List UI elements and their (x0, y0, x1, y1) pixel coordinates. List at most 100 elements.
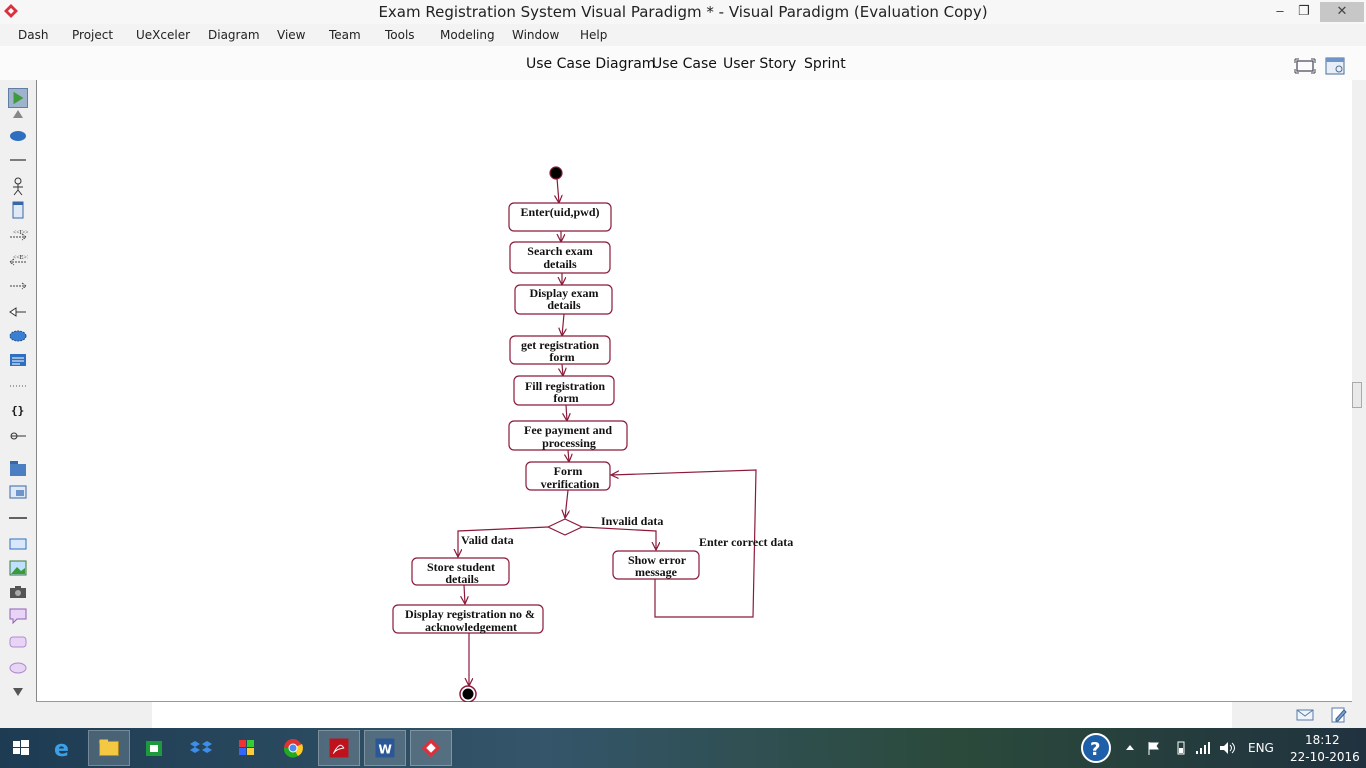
menu-diagram[interactable]: Diagram (208, 28, 260, 42)
language-indicator[interactable]: ENG (1248, 741, 1274, 755)
tab-use-case[interactable]: Use Case (652, 56, 717, 72)
menu-dash[interactable]: Dash (18, 28, 48, 42)
menu-help[interactable]: Help (580, 28, 607, 42)
action-enter[interactable]: Enter(uid,pwd) (508, 202, 612, 232)
tab-use-case-diagram[interactable]: Use Case Diagram (526, 56, 655, 72)
action-ack[interactable]: Display registration no & acknowledgemen… (392, 604, 544, 634)
window-title: Exam Registration System Visual Paradigm… (378, 3, 988, 21)
anchor-icon[interactable] (8, 376, 28, 396)
initial-node[interactable] (549, 166, 563, 180)
acrobat-icon[interactable] (318, 730, 360, 766)
action-fee-line1: Fee payment and (524, 423, 612, 437)
action-ack-line2: acknowledgement (425, 620, 517, 634)
menu-modeling[interactable]: Modeling (440, 28, 495, 42)
status-panel (152, 702, 1232, 728)
tab-sprint[interactable]: Sprint (804, 56, 846, 72)
constraint-icon[interactable]: {} (8, 400, 28, 420)
svg-text:W: W (378, 743, 392, 757)
menu-team[interactable]: Team (329, 28, 361, 42)
action-fee-line2: processing (542, 436, 596, 450)
action-get-form-line2: form (549, 350, 574, 364)
photos-icon[interactable] (226, 730, 268, 766)
word-icon[interactable]: W (364, 730, 406, 766)
generalization-icon[interactable] (8, 302, 28, 322)
action-fill-line2: form (553, 391, 578, 405)
diagram-navigator-icon[interactable] (1324, 56, 1346, 76)
show-hidden-icons-icon[interactable] (1124, 742, 1136, 754)
edit-document-icon[interactable] (1330, 706, 1348, 724)
scroll-down-icon[interactable] (8, 684, 28, 698)
package-icon[interactable] (8, 458, 28, 478)
association-icon[interactable] (8, 150, 28, 170)
close-button[interactable]: ✕ (1320, 2, 1364, 22)
rectangle-icon[interactable] (8, 534, 28, 554)
image-icon[interactable] (8, 558, 28, 578)
system-icon[interactable] (8, 200, 28, 220)
menu-project[interactable]: Project (72, 28, 113, 42)
battery-icon[interactable] (1174, 740, 1188, 756)
clock-time[interactable]: 18:12 (1305, 733, 1340, 747)
minimize-button[interactable]: – (1268, 2, 1292, 22)
svg-text:?: ? (1090, 739, 1100, 760)
tab-user-story[interactable]: User Story (723, 56, 796, 72)
vertical-scroll-handle[interactable] (1352, 382, 1362, 408)
fit-diagram-icon[interactable] (1294, 56, 1316, 76)
line-icon[interactable] (8, 508, 28, 528)
mail-icon[interactable] (1296, 708, 1314, 722)
action-store[interactable]: Store student details (411, 557, 510, 586)
visual-paradigm-icon[interactable] (410, 730, 452, 766)
use-case-icon[interactable] (8, 126, 28, 146)
restore-button[interactable]: ❐ (1292, 2, 1316, 22)
internet-explorer-icon[interactable]: e (42, 730, 84, 766)
action-display-line2: details (547, 298, 581, 312)
scroll-up-icon[interactable] (8, 108, 28, 120)
dependency-icon[interactable] (8, 276, 28, 296)
flow-fee-verify (568, 449, 569, 462)
extend-icon[interactable]: <<E>> (8, 250, 28, 270)
decision-node[interactable] (546, 518, 584, 536)
requirement-icon[interactable] (8, 350, 28, 370)
menu-view[interactable]: View (277, 28, 305, 42)
action-center-flag-icon[interactable] (1146, 740, 1162, 756)
flow-store-ack (464, 584, 465, 604)
rounded-rect-icon[interactable] (8, 632, 28, 652)
action-error[interactable]: Show error message (612, 550, 700, 580)
final-node[interactable] (459, 685, 477, 702)
svg-text:<<I>>: <<I>> (13, 230, 28, 236)
action-fee[interactable]: Fee payment and processing (508, 420, 628, 451)
action-fill[interactable]: Fill registration form (513, 375, 615, 406)
file-explorer-icon[interactable] (88, 730, 130, 766)
callout-icon[interactable] (8, 606, 28, 626)
activity-diagram: Enter(uid,pwd) Search exam details Displ… (392, 166, 793, 702)
store-icon[interactable] (133, 730, 175, 766)
select-tool-icon[interactable] (8, 88, 28, 108)
collaboration-icon[interactable] (8, 326, 28, 346)
start-icon[interactable] (0, 730, 42, 766)
volume-icon[interactable] (1218, 740, 1236, 756)
clock-date[interactable]: 22-10-2016 (1290, 750, 1360, 764)
dropbox-icon[interactable] (180, 730, 222, 766)
flow-fill-fee (566, 404, 567, 421)
diagram-canvas[interactable]: Enter(uid,pwd) Search exam details Displ… (36, 80, 1352, 702)
menu-uexceler[interactable]: UeXceler (136, 28, 190, 42)
containment-icon[interactable] (8, 426, 28, 446)
ellipse-icon[interactable] (8, 658, 28, 678)
help-icon[interactable]: ? (1080, 732, 1112, 764)
action-verify[interactable]: Form verification (525, 461, 611, 491)
svg-text:{}: {} (11, 404, 24, 417)
svg-text:e: e (54, 737, 69, 762)
action-verify-line1: Form (554, 464, 583, 478)
chrome-icon[interactable] (272, 730, 314, 766)
model-icon[interactable] (8, 482, 28, 502)
action-get-form[interactable]: get registration form (509, 335, 611, 365)
action-ack-line1: Display registration no & (405, 607, 535, 621)
include-icon[interactable]: <<I>> (8, 225, 28, 245)
flow-getform-fill (562, 363, 563, 376)
network-signal-icon[interactable] (1194, 740, 1212, 756)
action-search[interactable]: Search exam details (509, 241, 611, 274)
menu-window[interactable]: Window (512, 28, 559, 42)
action-display[interactable]: Display exam details (514, 284, 613, 315)
actor-icon[interactable] (8, 176, 28, 196)
menu-tools[interactable]: Tools (385, 28, 415, 42)
camera-icon[interactable] (8, 582, 28, 602)
